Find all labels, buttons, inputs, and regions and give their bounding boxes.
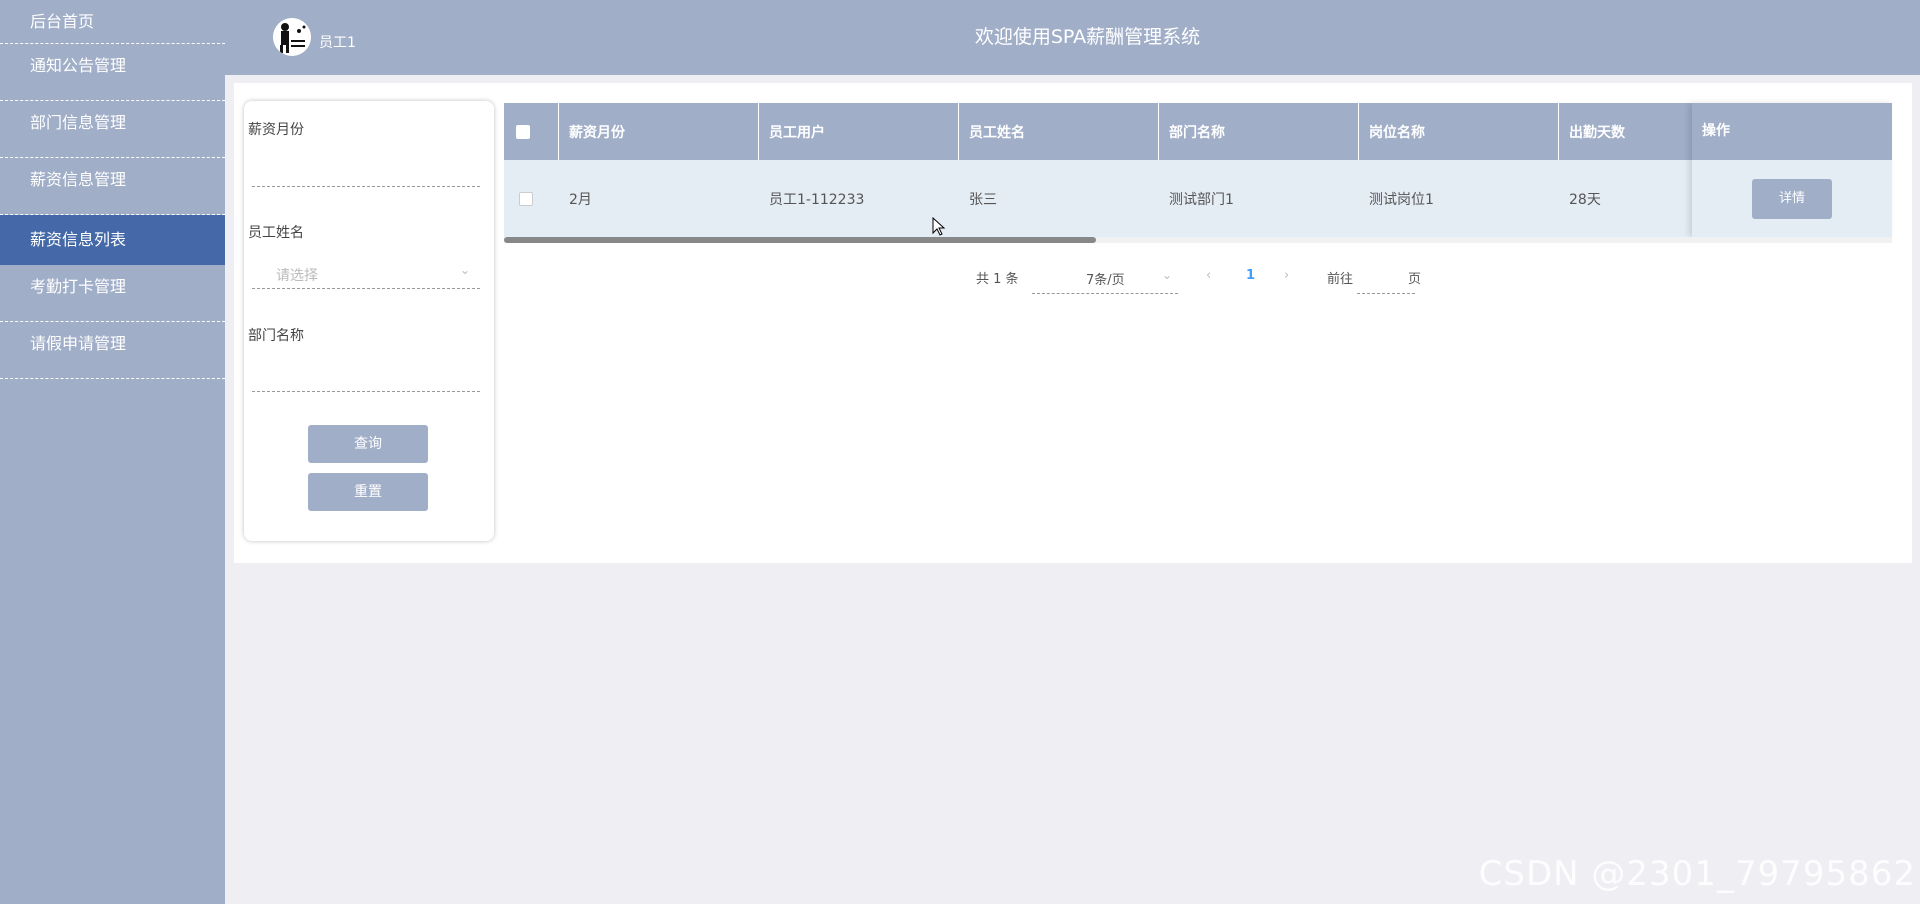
query-button[interactable]: 查询 xyxy=(308,425,428,463)
department-name-label: 部门名称 xyxy=(248,328,304,344)
cell-department: 测试部门1 xyxy=(1158,160,1358,237)
page-size-value: 7条/页 xyxy=(1086,273,1125,288)
operation-cell: 详情 xyxy=(1692,160,1892,237)
top-header: 员工1 欢迎使用SPA薪酬管理系统 xyxy=(225,0,1920,75)
column-header[interactable]: 岗位名称 xyxy=(1358,103,1558,160)
cell-month: 2月 xyxy=(558,160,758,237)
goto-prefix: 前往 xyxy=(1327,272,1354,287)
salary-month-input[interactable] xyxy=(252,157,480,187)
cell-name: 张三 xyxy=(958,160,1158,237)
row-checkbox[interactable] xyxy=(519,191,533,206)
operation-column: 操作 详情 xyxy=(1692,103,1892,237)
select-all-cell xyxy=(504,103,558,160)
pagination-total: 共 1 条 xyxy=(976,272,1019,287)
employee-name-select[interactable]: 请选择 ⌄ xyxy=(252,259,480,289)
table-header: 薪资月份 员工用户 员工姓名 部门名称 岗位名称 出勤天数 xyxy=(504,103,1892,160)
sidebar-item-department[interactable]: 部门信息管理 xyxy=(0,101,225,158)
sidebar-item-attendance[interactable]: 考勤打卡管理 xyxy=(0,265,225,322)
cell-user: 员工1-112233 xyxy=(758,160,958,237)
sidebar-item-salary-manage[interactable]: 薪资信息管理 xyxy=(0,158,225,215)
page-title: 欢迎使用SPA薪酬管理系统 xyxy=(974,26,1201,48)
cell-days: 28天 xyxy=(1558,160,1692,237)
main-content: 薪资月份 员工姓名 请选择 ⌄ 部门名称 查询 重置 薪资月份 员工用户 员工姓… xyxy=(234,83,1912,563)
select-all-checkbox[interactable] xyxy=(516,124,530,139)
employee-name-placeholder: 请选择 xyxy=(276,268,318,284)
column-header[interactable]: 员工姓名 xyxy=(958,103,1158,160)
salary-month-label: 薪资月份 xyxy=(248,122,304,138)
pagination-current-page[interactable]: 1 xyxy=(1246,268,1255,283)
search-panel: 薪资月份 员工姓名 请选择 ⌄ 部门名称 查询 重置 xyxy=(244,101,494,541)
column-header[interactable]: 薪资月份 xyxy=(558,103,758,160)
mouse-cursor-icon xyxy=(932,217,946,236)
column-header-operation: 操作 xyxy=(1692,103,1892,160)
cell-post: 测试岗位1 xyxy=(1358,160,1558,237)
watermark: CSDN @2301_79795862 xyxy=(1478,854,1916,894)
sidebar-item-notice[interactable]: 通知公告管理 xyxy=(0,44,225,101)
horizontal-scrollbar[interactable] xyxy=(504,237,1892,243)
column-header[interactable]: 出勤天数 xyxy=(1558,103,1692,160)
sidebar-item-leave[interactable]: 请假申请管理 xyxy=(0,322,225,379)
column-header[interactable]: 员工用户 xyxy=(758,103,958,160)
sidebar: 后台首页 通知公告管理 部门信息管理 薪资信息管理 薪资信息列表 考勤打卡管理 … xyxy=(0,0,225,904)
chevron-left-icon[interactable]: ‹ xyxy=(1206,268,1211,283)
scrollbar-thumb[interactable] xyxy=(504,237,1096,243)
chevron-right-icon[interactable]: › xyxy=(1284,268,1289,283)
chevron-down-icon: ⌄ xyxy=(1161,268,1172,282)
table-row[interactable]: 2月 员工1-112233 张三 测试部门1 测试岗位1 28天 xyxy=(504,160,1892,237)
column-header[interactable]: 部门名称 xyxy=(1158,103,1358,160)
department-name-input[interactable] xyxy=(252,362,480,392)
sidebar-item-salary-list[interactable]: 薪资信息列表 xyxy=(0,215,225,265)
goto-page-input[interactable] xyxy=(1357,266,1415,294)
salary-table: 薪资月份 员工用户 员工姓名 部门名称 岗位名称 出勤天数 2月 员工1-112… xyxy=(504,103,1892,243)
detail-button[interactable]: 详情 xyxy=(1752,179,1832,219)
goto-suffix: 页 xyxy=(1408,272,1422,287)
reset-button[interactable]: 重置 xyxy=(308,473,428,511)
row-select-cell xyxy=(504,160,558,237)
page-size-select[interactable]: 7条/页 ⌄ xyxy=(1032,266,1178,294)
sidebar-item-home[interactable]: 后台首页 xyxy=(0,0,225,44)
chevron-down-icon: ⌄ xyxy=(459,263,470,277)
employee-name-label: 员工姓名 xyxy=(248,225,304,241)
